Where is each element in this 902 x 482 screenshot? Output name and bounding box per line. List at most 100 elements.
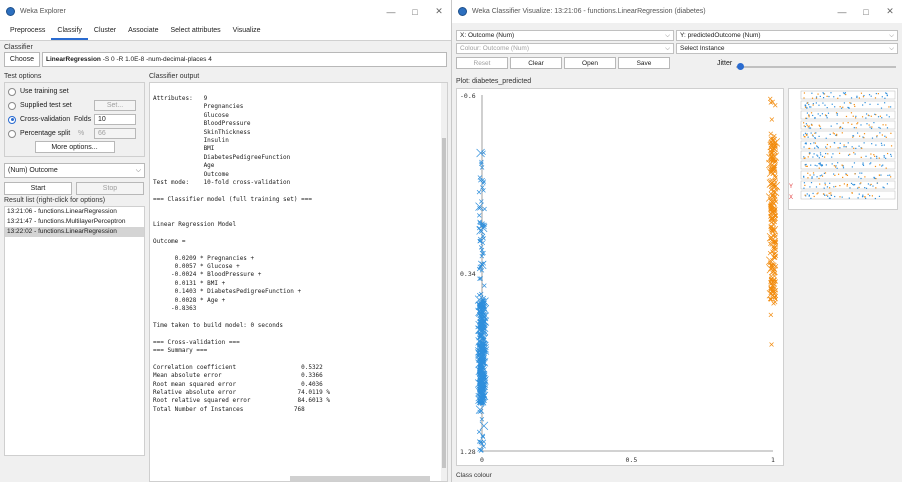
attribute-bars-panel[interactable]: Y X (788, 88, 898, 210)
colour-value: Colour: Outcome (Num) (460, 45, 529, 52)
y-axis-value: Y: predictedOutcome (Num) (680, 32, 761, 39)
output-vertical-scrollbar[interactable] (441, 83, 447, 481)
attribute-bar-point (814, 137, 816, 139)
scatter-plot[interactable]: 1.28 0.34 -0.6 0 0.5 1 (457, 89, 783, 465)
attribute-bar-point (828, 192, 830, 194)
tab-visualize[interactable]: Visualize (227, 23, 267, 40)
attribute-bar-point (876, 136, 878, 138)
tab-associate[interactable]: Associate (122, 23, 164, 40)
radio-icon[interactable] (8, 87, 16, 96)
attribute-bar-point (824, 184, 826, 186)
percent-input[interactable]: 66 (94, 128, 136, 139)
attribute-bar-point (804, 194, 806, 196)
attribute-bar-point (829, 187, 831, 189)
save-button[interactable]: Save (618, 57, 670, 69)
supplied-test-set-option[interactable]: Supplied test set Set... (8, 99, 141, 112)
attribute-bar-point (886, 94, 888, 97)
attribute-bar-point (870, 95, 872, 97)
minimize-button[interactable]: — (830, 0, 854, 23)
attribute-bars[interactable] (789, 89, 897, 209)
radio-icon[interactable] (8, 129, 16, 138)
set-button[interactable]: Set... (94, 100, 136, 111)
cross-validation-option[interactable]: Cross-validation Folds 10 (8, 113, 141, 126)
percentage-split-option[interactable]: Percentage split % 66 (8, 127, 141, 140)
attribute-bar-point (821, 155, 824, 157)
scrollbar-thumb[interactable] (442, 138, 446, 468)
attribute-bar-point (829, 133, 831, 135)
attribute-bar-point (884, 102, 886, 104)
attribute-bar-point (808, 116, 810, 118)
clear-button[interactable]: Clear (510, 57, 562, 69)
attribute-bar-point (869, 195, 871, 197)
attribute-bar-point (870, 153, 872, 155)
attribute-bar-point (867, 193, 869, 195)
output-line: === Classifier model (full training set)… (153, 195, 312, 203)
reset-button[interactable]: Reset (456, 57, 508, 69)
attribute-bar[interactable] (800, 90, 896, 100)
open-button[interactable]: Open (564, 57, 616, 69)
result-list-item[interactable]: 13:21:47 - functions.MultilayerPerceptro… (5, 217, 144, 227)
attribute-bar[interactable] (800, 190, 896, 200)
attribute-bar-point (870, 127, 873, 130)
x-axis-select[interactable]: X: Outcome (Num) ⌵ (456, 30, 674, 41)
attribute-bar-point (860, 92, 863, 94)
stop-button[interactable]: Stop (76, 182, 144, 195)
output-horizontal-scrollbar[interactable] (290, 476, 430, 481)
attribute-bar-point (834, 195, 836, 198)
attribute-bar-point (850, 112, 853, 114)
colour-select[interactable]: Colour: Outcome (Num) ⌵ (456, 43, 674, 54)
select-instance-select[interactable]: Select Instance ⌵ (676, 43, 898, 54)
attribute-bar-point (876, 155, 878, 158)
radio-selected-icon[interactable] (8, 115, 16, 124)
attribute-bar-point (865, 155, 867, 157)
radio-icon[interactable] (8, 101, 16, 110)
scatter-plot-panel[interactable]: 1.28 0.34 -0.6 0 0.5 1 (456, 88, 784, 466)
attribute-bar-point (885, 157, 887, 159)
start-button[interactable]: Start (4, 182, 72, 195)
output-line: Root relative squared error 84.6013 % (153, 397, 331, 405)
attribute-bar-point (871, 143, 873, 145)
tab-classify[interactable]: Classify (51, 23, 88, 40)
maximize-button[interactable]: □ (403, 0, 427, 23)
attribute-bar-point (836, 167, 838, 169)
classifier-config-field[interactable]: LinearRegression -S 0 -R 1.0E-8 -num-dec… (42, 52, 447, 67)
maximize-button[interactable]: □ (854, 0, 878, 23)
minimize-button[interactable]: — (379, 0, 403, 23)
attribute-bar-point (811, 97, 814, 99)
close-button[interactable]: ✕ (427, 0, 451, 23)
output-line: Time taken to build model: 0 seconds (153, 321, 284, 329)
attribute-bar[interactable] (800, 180, 896, 190)
attribute-bar-point (855, 115, 857, 117)
explorer-titlebar: Weka Explorer — □ ✕ (0, 0, 451, 23)
result-list-item-selected[interactable]: 13:22:02 - functions.LinearRegression (5, 227, 144, 237)
attribute-bar-point (875, 187, 877, 189)
attribute-bar-point (812, 114, 814, 117)
attribute-bar-point (815, 186, 818, 188)
choose-button[interactable]: Choose (4, 52, 40, 67)
attribute-bar-point (826, 186, 829, 188)
classifier-name: LinearRegression (46, 56, 101, 63)
result-list-item[interactable]: 13:21:06 - functions.LinearRegression (5, 207, 144, 217)
attribute-bar-point (865, 117, 867, 119)
attribute-bar-point (827, 112, 830, 114)
use-training-set-option[interactable]: Use training set (8, 85, 141, 98)
supplied-test-set-label: Supplied test set (20, 102, 72, 109)
output-line: Relative absolute error 74.0119 % (153, 389, 331, 396)
attribute-bar-point (851, 123, 853, 125)
more-options-button[interactable]: More options... (34, 141, 115, 153)
tab-select-attributes[interactable]: Select attributes (164, 23, 226, 40)
attribute-bar-point (849, 153, 851, 155)
close-button[interactable]: ✕ (878, 0, 902, 23)
attribute-bar-point (830, 192, 832, 194)
tab-preprocess[interactable]: Preprocess (4, 23, 51, 40)
jitter-slider-handle[interactable] (737, 63, 744, 70)
attribute-bar-point (880, 142, 883, 144)
folds-input[interactable]: 10 (94, 114, 136, 125)
tab-cluster[interactable]: Cluster (88, 23, 122, 40)
jitter-slider[interactable] (736, 66, 896, 68)
classifier-output-text[interactable]: Attributes: 9 Pregnancies Glucose BloodP… (149, 82, 448, 482)
class-attribute-select[interactable]: (Num) Outcome ⌵ (4, 163, 145, 178)
y-axis-select[interactable]: Y: predictedOutcome (Num) ⌵ (676, 30, 898, 41)
attribute-bar-point (874, 155, 876, 157)
attribute-bar-point (826, 95, 828, 98)
